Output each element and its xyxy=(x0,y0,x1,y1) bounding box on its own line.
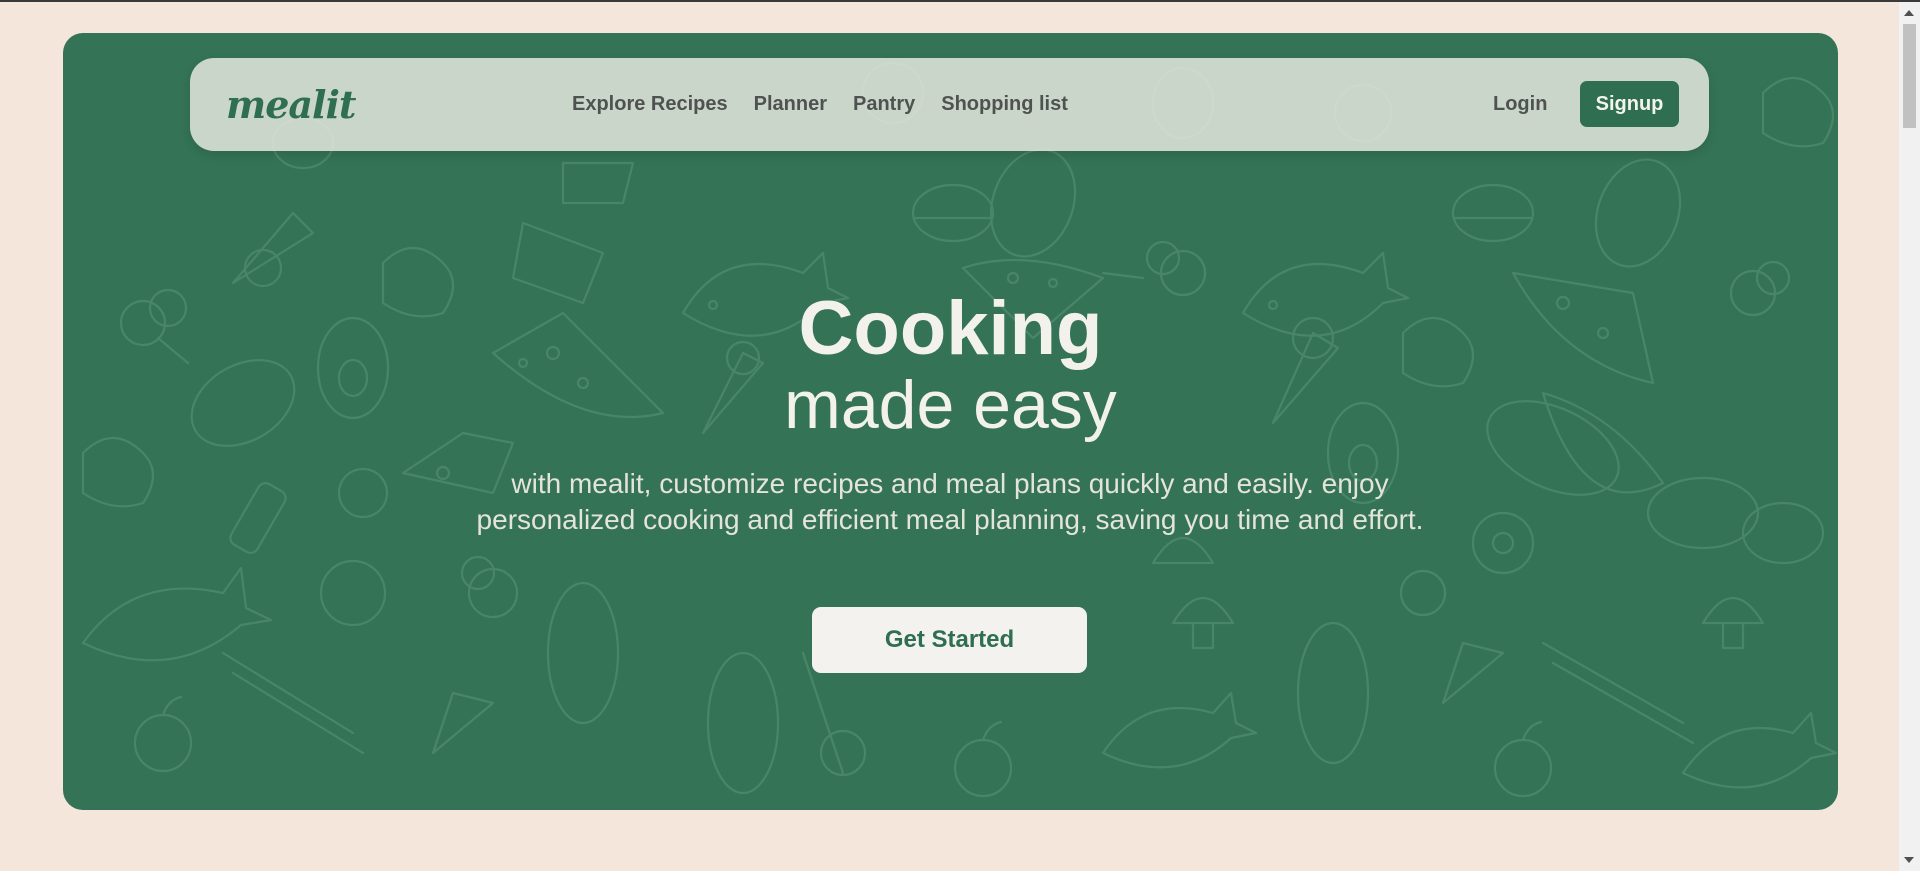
bottle-doodle xyxy=(229,482,287,554)
hero-headline-light: made easy xyxy=(784,367,1117,443)
scroll-up-arrow-icon[interactable] xyxy=(1904,10,1914,16)
login-link[interactable]: Login xyxy=(1493,93,1547,116)
vertical-scrollbar[interactable] xyxy=(1899,2,1920,871)
apple-doodle xyxy=(133,559,1553,798)
nav-link-planner[interactable]: Planner xyxy=(754,93,827,116)
hero-banner: mealit Explore Recipes Planner Pantry Sh… xyxy=(63,33,1838,810)
tomato-doodle xyxy=(337,467,389,519)
nav-link-explore-recipes[interactable]: Explore Recipes xyxy=(572,93,728,116)
strawberry-doodle xyxy=(1646,476,1760,550)
top-navbar: mealit Explore Recipes Planner Pantry Sh… xyxy=(190,58,1709,151)
scroll-down-arrow-icon[interactable] xyxy=(1904,857,1914,863)
nav-link-shopping-list[interactable]: Shopping list xyxy=(941,93,1068,116)
scrollbar-thumb[interactable] xyxy=(1903,24,1916,128)
mushroom-doodle xyxy=(1151,536,1765,650)
nav-link-pantry[interactable]: Pantry xyxy=(853,93,915,116)
mealit-logo[interactable]: mealit xyxy=(226,82,356,127)
signup-button[interactable]: Signup xyxy=(1580,81,1679,127)
nav-links: Explore Recipes Planner Pantry Shopping … xyxy=(572,93,1068,116)
hero-subtext: with mealit, customize recipes and meal … xyxy=(476,468,1424,535)
hero-headline-bold: Cooking xyxy=(798,286,1103,371)
get-started-button[interactable]: Get Started xyxy=(812,607,1087,673)
window-top-border xyxy=(0,0,1920,2)
donut-doodle xyxy=(1471,511,1535,575)
